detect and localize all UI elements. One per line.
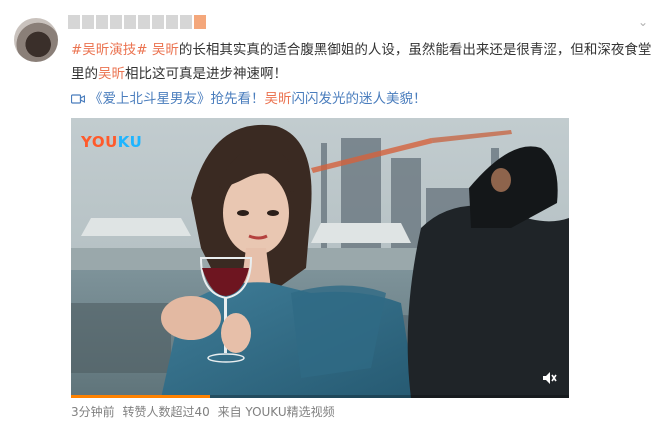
video-link-text-2[interactable]: 闪闪发光的迷人美貌！: [292, 91, 427, 107]
mute-icon[interactable]: [541, 370, 557, 386]
video-title-link[interactable]: 《爱上北斗星男友》: [89, 91, 211, 107]
video-mention-link[interactable]: 吴昕: [265, 91, 292, 107]
video-link-text[interactable]: 抢先看！: [211, 91, 265, 107]
user-avatar[interactable]: [14, 18, 58, 62]
mention-link[interactable]: 吴昕: [152, 42, 179, 58]
mention-link-2[interactable]: 吴昕: [98, 66, 125, 82]
video-frame-scene: [71, 118, 569, 398]
post-text: #吴昕演技# 吴昕的长相其实真的适合腹黑御姐的人设，虽然能看出来还是很青涩，但和…: [71, 38, 656, 86]
video-progress-bar[interactable]: [71, 395, 569, 398]
video-camera-icon: [70, 89, 86, 113]
post-time[interactable]: 3分钟前: [71, 405, 115, 419]
username-blurred[interactable]: [68, 13, 208, 31]
share-count: 转赞人数超过40: [122, 405, 210, 419]
video-player[interactable]: YOUKU: [71, 118, 569, 398]
hashtag-link[interactable]: #吴昕演技#: [71, 42, 148, 58]
youku-logo: YOUKU: [81, 133, 143, 151]
video-progress-fill: [71, 395, 211, 398]
post-text-part-2: 相比这可真是进步神速啊！: [125, 66, 287, 82]
chevron-down-icon[interactable]: ⌄: [635, 14, 651, 30]
video-link-line[interactable]: 《爱上北斗星男友》抢先看！吴昕闪闪发光的迷人美貌！: [70, 87, 656, 113]
post-meta: 3分钟前 转赞人数超过40 来自 YOUKU精选视频: [71, 403, 335, 421]
post-source[interactable]: 来自 YOUKU精选视频: [218, 405, 335, 419]
